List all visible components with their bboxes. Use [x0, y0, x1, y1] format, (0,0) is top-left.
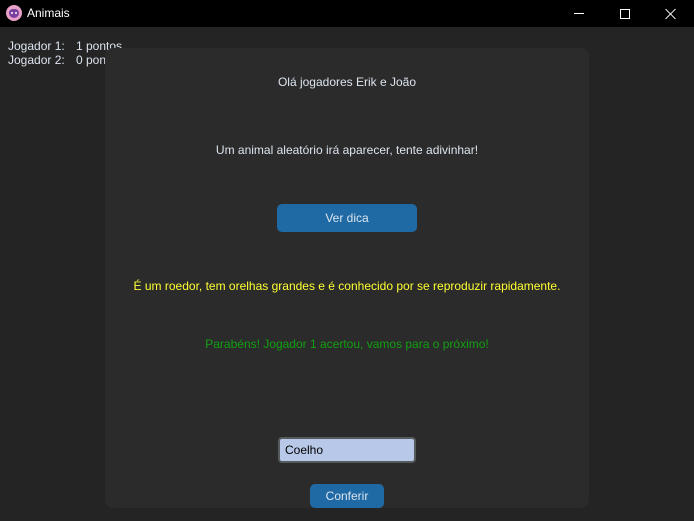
minimize-icon: [574, 13, 584, 14]
instructions-text: Um animal aleatório irá aparecer, tente …: [215, 143, 479, 157]
score-row-player-1: Jogador 1: 1 pontos: [8, 39, 122, 53]
maximize-button[interactable]: [602, 0, 648, 27]
window-title: Animais: [27, 6, 70, 20]
close-button[interactable]: [648, 0, 694, 27]
result-message: Parabéns! Jogador 1 acertou, vamos para …: [205, 337, 489, 351]
player-2-label: Jogador 2:: [8, 53, 65, 67]
show-hint-button[interactable]: Ver dica: [277, 204, 417, 232]
maximize-icon: [620, 8, 630, 19]
title-bar: Animais: [0, 0, 694, 27]
close-icon: [665, 8, 677, 20]
animal-app-icon: [6, 5, 22, 21]
player-1-label: Jogador 1:: [8, 39, 65, 53]
answer-input[interactable]: [278, 437, 416, 463]
minimize-button[interactable]: [556, 0, 602, 27]
greeting-text: Olá jogadores Erik e João: [277, 75, 417, 89]
check-answer-button[interactable]: Conferir: [310, 484, 384, 508]
hint-text: É um roedor, tem orelhas grandes e é con…: [133, 279, 561, 293]
